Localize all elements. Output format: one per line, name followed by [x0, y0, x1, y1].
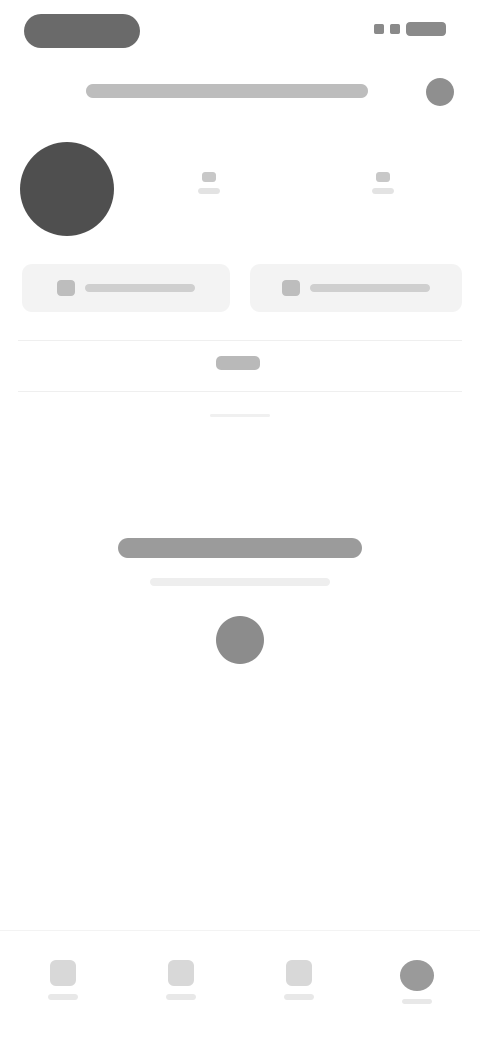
- avatar[interactable]: [20, 142, 114, 236]
- nav-search-label: [166, 994, 196, 1000]
- add-icon: [286, 960, 312, 986]
- stat-1-label: [198, 188, 220, 194]
- nav-profile[interactable]: [400, 960, 434, 1004]
- empty-state-subtitle: [150, 578, 330, 586]
- nav-home[interactable]: [48, 960, 78, 1004]
- home-icon: [50, 960, 76, 986]
- nav-home-label: [48, 994, 78, 1000]
- camera-icon[interactable]: [216, 616, 264, 664]
- stat-1-value: [202, 172, 216, 182]
- nav-add[interactable]: [284, 960, 314, 1004]
- edit-profile-button[interactable]: [22, 264, 230, 312]
- share-profile-button[interactable]: [250, 264, 462, 312]
- profile-icon: [400, 960, 434, 991]
- signal-icon: [374, 24, 384, 34]
- search-icon: [168, 960, 194, 986]
- share-profile-label: [310, 284, 430, 292]
- edit-icon: [57, 280, 75, 296]
- menu-icon[interactable]: [426, 78, 454, 106]
- wifi-icon: [390, 24, 400, 34]
- share-icon: [282, 280, 300, 296]
- nav-add-label: [284, 994, 314, 1000]
- status-time-pill: [24, 14, 140, 48]
- status-icons: [374, 22, 446, 36]
- stat-2[interactable]: [372, 172, 394, 204]
- grid-icon[interactable]: [216, 356, 260, 370]
- tab-active-indicator: [210, 414, 270, 417]
- stat-1[interactable]: [198, 172, 220, 204]
- empty-state-title: [118, 538, 362, 558]
- nav-profile-label: [402, 998, 432, 1004]
- stat-2-label: [372, 188, 394, 194]
- nav-search[interactable]: [166, 960, 196, 1004]
- edit-profile-label: [85, 284, 195, 292]
- battery-icon: [406, 22, 446, 36]
- stat-2-value: [376, 172, 390, 182]
- profile-username[interactable]: [86, 84, 368, 98]
